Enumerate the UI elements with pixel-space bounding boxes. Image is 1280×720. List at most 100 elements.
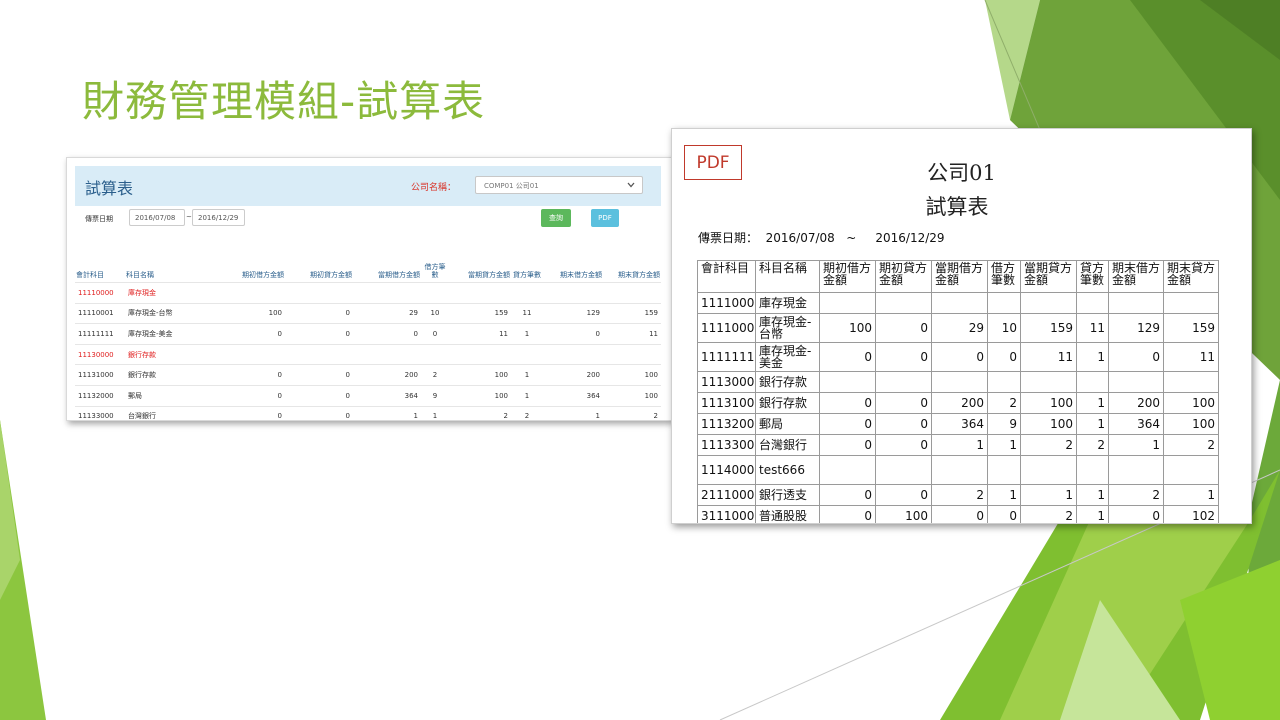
date-to-input[interactable]: 2016/12/29 xyxy=(192,209,245,226)
table-cell: 0 xyxy=(875,484,932,506)
query-button[interactable]: 查詢 xyxy=(541,209,571,227)
table-cell xyxy=(449,282,511,304)
table-cell xyxy=(1108,455,1164,485)
table-cell xyxy=(1020,455,1077,485)
table-cell: 2 xyxy=(449,405,511,420)
table-cell: 10 xyxy=(421,302,449,324)
table-cell xyxy=(285,282,353,304)
table-cell: 0 xyxy=(215,405,285,420)
table-cell: 0 xyxy=(819,505,876,523)
table-cell: 100 xyxy=(819,313,876,343)
table-cell: 1 xyxy=(511,364,543,386)
table-cell: 2 xyxy=(421,364,449,386)
table-cell: 200 xyxy=(543,364,603,386)
table-row: 11132000郵局0036491001364100 xyxy=(75,384,661,407)
table-cell xyxy=(1163,455,1219,485)
table-cell: 11131000 xyxy=(697,392,756,414)
table-cell: 364 xyxy=(353,384,421,407)
table-row: 11130000銀行存款 xyxy=(697,371,1219,393)
table-cell: 0 xyxy=(543,323,603,345)
table-cell xyxy=(1108,371,1164,393)
table-cell: 100 xyxy=(603,384,661,407)
table-cell: 1 xyxy=(987,484,1021,506)
header-debit-count: 借方筆數 xyxy=(424,263,446,279)
table-cell xyxy=(421,282,449,304)
table-cell: 1 xyxy=(421,405,449,420)
table-row: 11131000銀行存款0020021001200100 xyxy=(75,364,661,386)
table-cell: 0 xyxy=(819,342,876,372)
table-row: 11110001庫存現金-台幣1000291015911129159 xyxy=(75,302,661,324)
table-cell: 2 xyxy=(931,484,988,506)
table-cell: 9 xyxy=(987,413,1021,435)
table-cell xyxy=(543,282,603,304)
table-cell: 0 xyxy=(421,323,449,345)
date-from-input[interactable]: 2016/07/08 xyxy=(129,209,185,226)
table-cell: 11131000 xyxy=(75,364,125,386)
web-trial-balance-table: 會計科目 科目名稱 期初借方金額 期初貸方金額 當期借方金額 借方筆數 當期貸方… xyxy=(75,248,661,420)
table-cell: 0 xyxy=(1108,505,1164,523)
header-period-credit: 當期貸方金額 xyxy=(468,271,510,279)
table-cell: 11110000 xyxy=(75,282,125,304)
table-cell: 1 xyxy=(1020,484,1077,506)
table-cell xyxy=(819,455,876,485)
table-cell: 11111111 xyxy=(75,323,125,345)
table-cell xyxy=(987,371,1021,393)
table-cell: 普通股股 xyxy=(755,505,820,523)
table-row: 11110000庫存現金 xyxy=(75,282,661,304)
pdf-table-body: 11110000庫存現金11110001庫存現金-台幣1000291015911… xyxy=(697,292,1219,523)
table-cell: 銀行透支 xyxy=(755,484,820,506)
table-cell: 銀行存款 xyxy=(755,392,820,414)
table-cell: 100 xyxy=(215,302,285,324)
table-cell: 2 xyxy=(1163,434,1219,456)
table-cell: 100 xyxy=(1163,392,1219,414)
table-cell: 11130000 xyxy=(697,371,756,393)
table-cell xyxy=(1076,292,1109,314)
table-row: 11110000庫存現金 xyxy=(697,292,1219,314)
table-cell: 0 xyxy=(1108,342,1164,372)
pdf-header-opening-credit: 期初貸方金額 xyxy=(875,260,932,293)
table-cell: 11 xyxy=(449,323,511,345)
table-cell: 11110001 xyxy=(697,313,756,343)
header-period-debit: 當期借方金額 xyxy=(378,271,420,279)
table-cell: 銀行存款 xyxy=(125,364,215,386)
web-page-title: 試算表 xyxy=(85,179,134,198)
table-cell xyxy=(603,282,661,304)
table-cell: 11130000 xyxy=(75,343,125,365)
table-cell: 100 xyxy=(875,505,932,523)
header-opening-credit: 期初貸方金額 xyxy=(310,271,352,279)
table-cell xyxy=(215,343,285,365)
table-cell xyxy=(875,292,932,314)
table-cell xyxy=(511,282,543,304)
pdf-header-period-credit: 當期貸方金額 xyxy=(1020,260,1077,293)
pdf-header-debit-count: 借方筆數 xyxy=(987,260,1021,293)
table-cell xyxy=(931,292,988,314)
table-cell: 11132000 xyxy=(697,413,756,435)
web-table-header: 會計科目 科目名稱 期初借方金額 期初貸方金額 當期借方金額 借方筆數 當期貸方… xyxy=(75,248,661,283)
table-cell: 29 xyxy=(353,302,421,324)
table-row: 11130000銀行存款 xyxy=(75,343,661,365)
header-account-name: 科目名稱 xyxy=(126,271,154,279)
pdf-button[interactable]: PDF xyxy=(591,209,619,227)
table-cell: 0 xyxy=(875,342,932,372)
table-cell: 100 xyxy=(603,364,661,386)
pdf-header-account-code: 會計科目 xyxy=(697,260,756,293)
table-cell: 129 xyxy=(1108,313,1164,343)
table-cell: 庫存現金-台幣 xyxy=(125,302,215,324)
table-cell: 11140000 xyxy=(697,455,756,485)
table-cell: 2 xyxy=(1076,434,1109,456)
header-credit-count: 貸方筆數 xyxy=(513,271,541,279)
table-cell xyxy=(875,371,932,393)
company-select[interactable]: COMP01 公司01 xyxy=(475,176,643,194)
table-cell: 11 xyxy=(1020,342,1077,372)
table-cell: 200 xyxy=(353,364,421,386)
slide-title: 財務管理模組-試算表 xyxy=(82,77,486,126)
table-cell: 2 xyxy=(987,392,1021,414)
table-cell xyxy=(1020,371,1077,393)
table-cell: 0 xyxy=(987,505,1021,523)
company-label: 公司名稱： xyxy=(411,183,457,193)
table-cell: 0 xyxy=(285,384,353,407)
table-cell xyxy=(603,343,661,365)
table-cell: 11133000 xyxy=(697,434,756,456)
table-cell: 364 xyxy=(1108,413,1164,435)
web-header: 試算表 公司名稱： COMP01 公司01 xyxy=(75,166,661,206)
